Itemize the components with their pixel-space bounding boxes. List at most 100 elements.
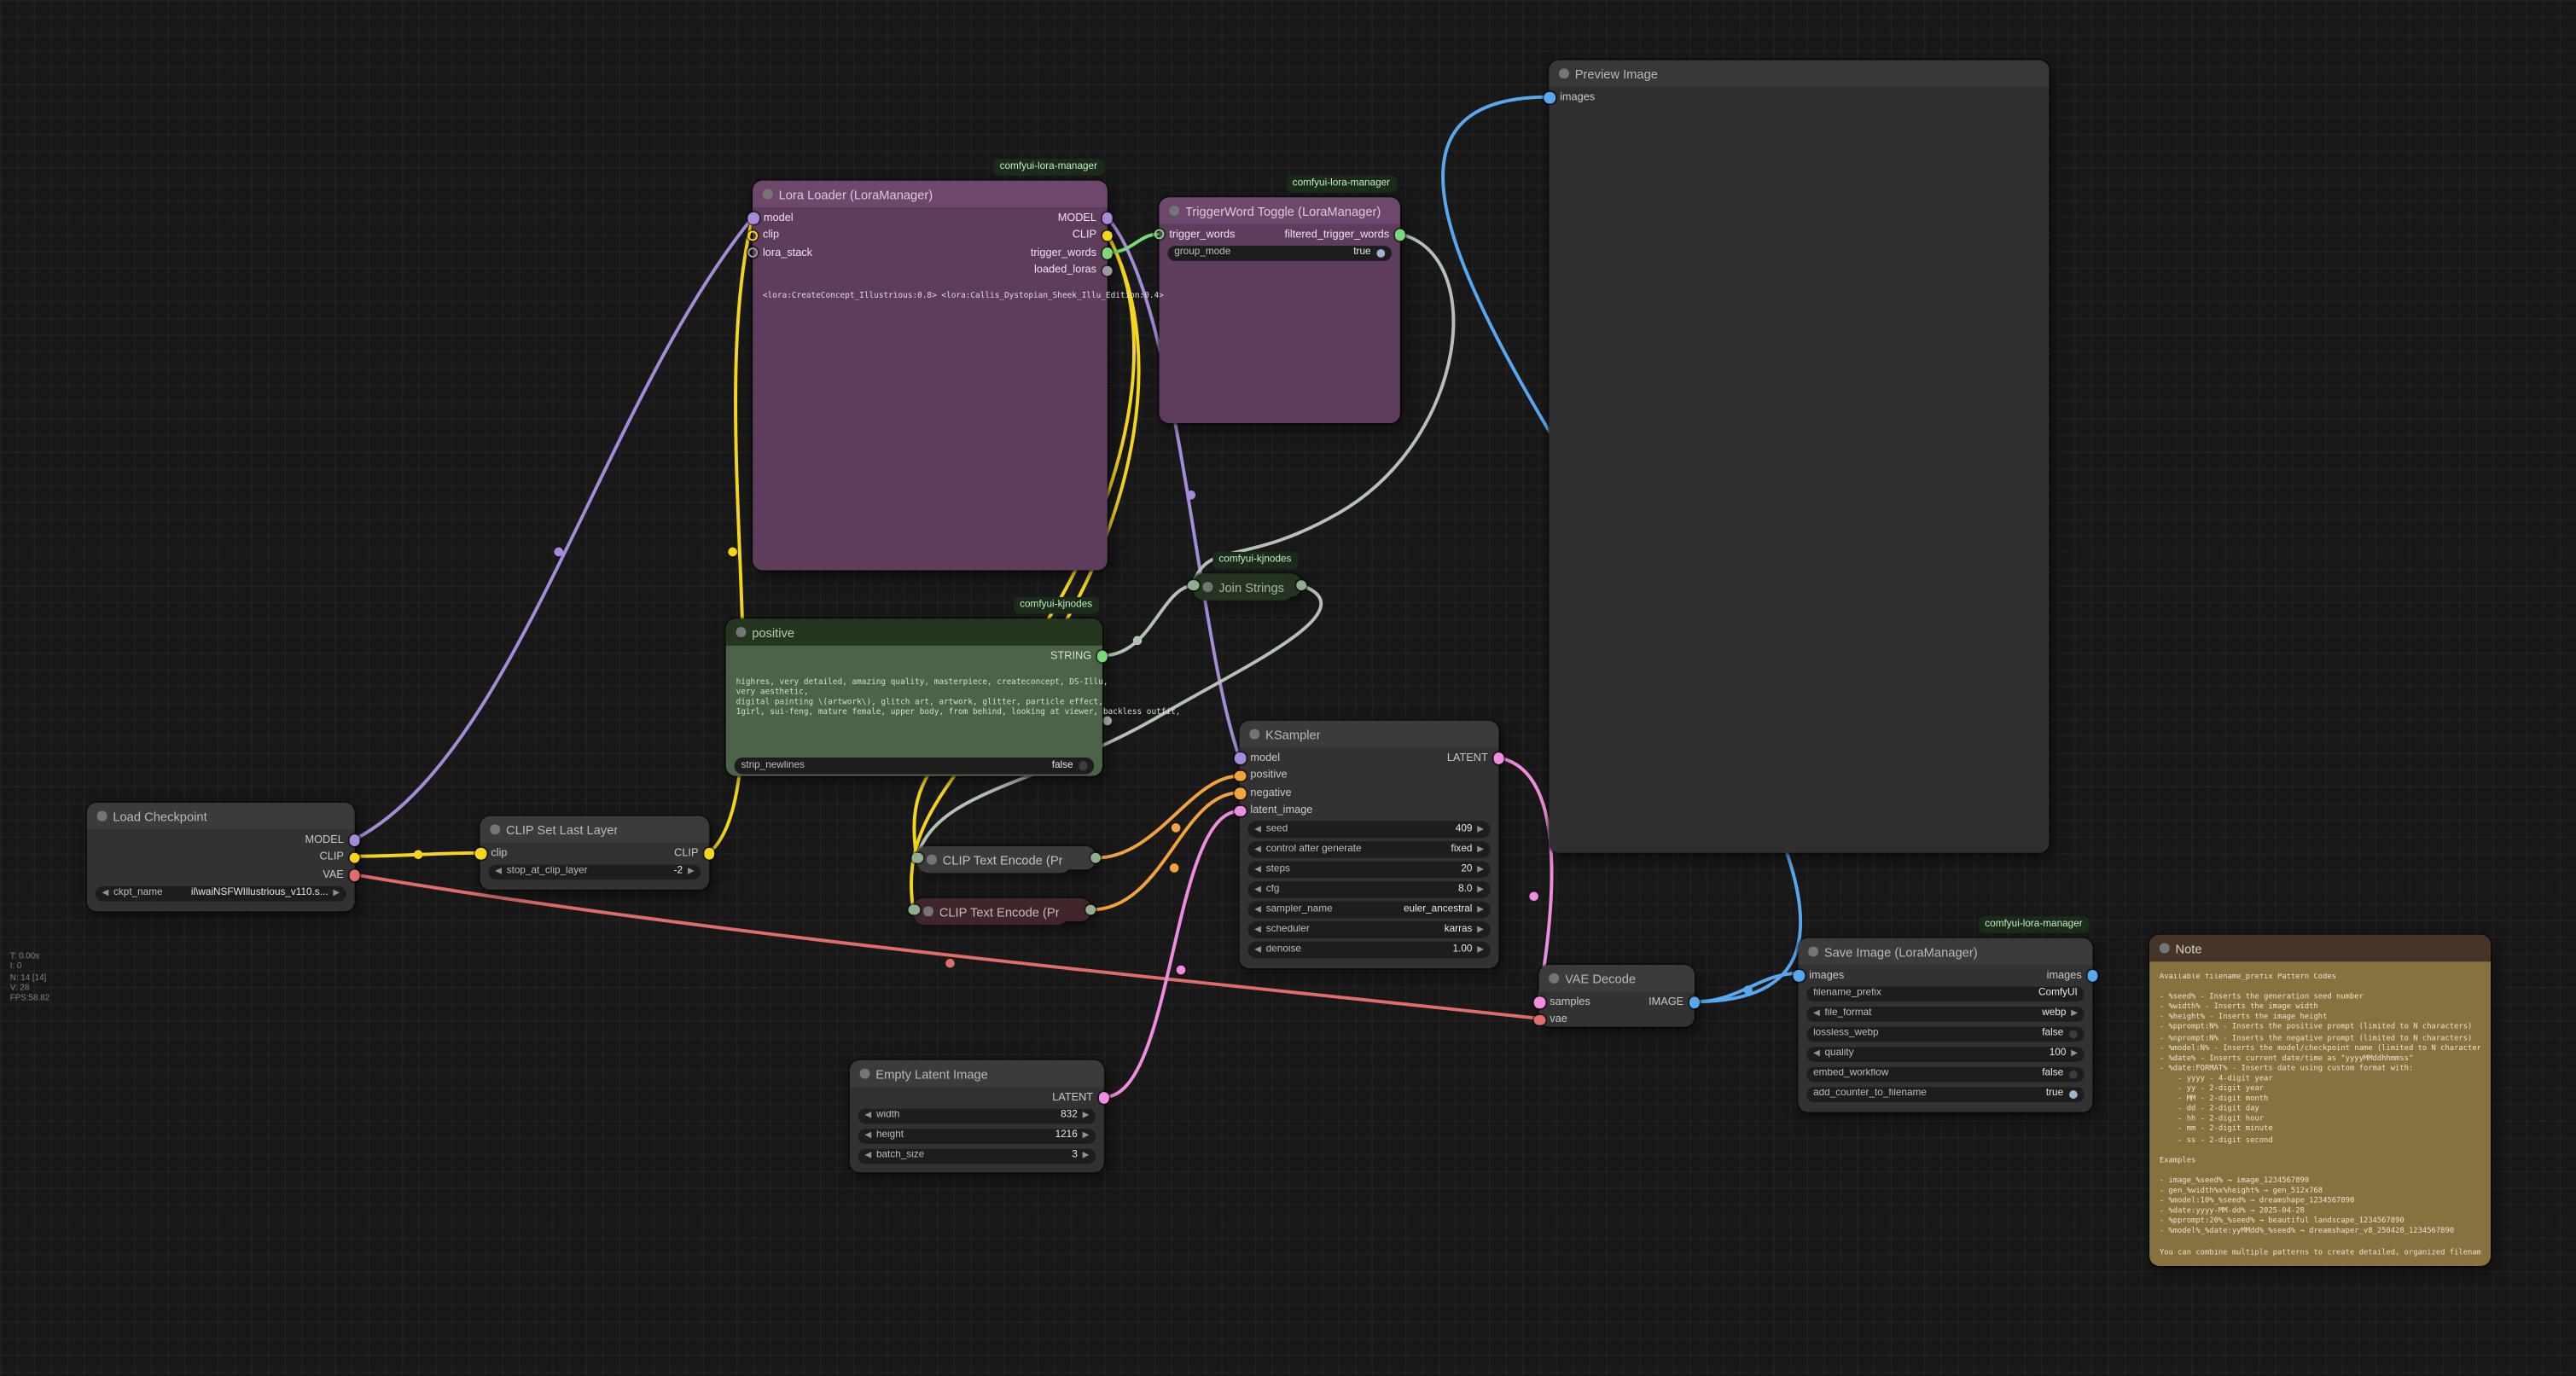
port-positive[interactable]: [1235, 770, 1246, 781]
collapsed-input-port[interactable]: [911, 852, 922, 863]
port-samples[interactable]: [1534, 996, 1545, 1007]
port-clip[interactable]: [747, 230, 758, 241]
port-STRING[interactable]: [1096, 651, 1108, 662]
combo-right-arrow-icon[interactable]: ▶: [2071, 1049, 2078, 1060]
port-images[interactable]: [1544, 92, 1555, 103]
node-header[interactable]: CLIP Text Encode (Pr: [913, 898, 1069, 925]
node-empty-latent-image[interactable]: Empty Latent ImageLATENT◀width832▶◀heigh…: [850, 1060, 1104, 1172]
widget-embed-workflow[interactable]: embed_workflowfalse: [1806, 1066, 2084, 1083]
widget-file-format[interactable]: ◀file_formatwebp▶: [1806, 1006, 2084, 1022]
node-ksampler[interactable]: KSamplermodelLATENTpositivenegativelaten…: [1240, 721, 1499, 968]
node-header[interactable]: VAE Decode: [1539, 965, 1695, 991]
node-note[interactable]: NoteAvailable filename_prefix Pattern Co…: [2149, 935, 2491, 1266]
node-header[interactable]: Join Strings: [1193, 573, 1294, 600]
combo-right-arrow-icon[interactable]: ▶: [1083, 1112, 1090, 1122]
widget-lossless-webp[interactable]: lossless_webpfalse: [1806, 1026, 2084, 1042]
combo-left-arrow-icon[interactable]: ◀: [1254, 885, 1261, 895]
collapse-dot[interactable]: [490, 825, 499, 834]
node-clip-set-last-layer[interactable]: CLIP Set Last LayerclipCLIP◀stop_at_clip…: [480, 816, 710, 890]
port-CLIP[interactable]: [1102, 230, 1113, 241]
combo-left-arrow-icon[interactable]: ◀: [865, 1112, 872, 1122]
toggle-on-icon[interactable]: [2068, 1089, 2078, 1099]
combo-right-arrow-icon[interactable]: ▶: [1477, 925, 1484, 935]
collapse-dot[interactable]: [1203, 583, 1212, 592]
combo-right-arrow-icon[interactable]: ▶: [1083, 1131, 1090, 1141]
port-model[interactable]: [1235, 752, 1246, 763]
toggle-on-icon[interactable]: [1375, 249, 1385, 258]
node-join-strings[interactable]: Join Strings: [1193, 573, 1301, 596]
port-images[interactable]: [2087, 970, 2098, 981]
combo-right-arrow-icon[interactable]: ▶: [1477, 944, 1484, 955]
node-header[interactable]: TriggerWord Toggle (LoraManager): [1160, 197, 1400, 224]
port-loaded_loras[interactable]: [1102, 265, 1113, 276]
combo-left-arrow-icon[interactable]: ◀: [1254, 824, 1261, 834]
combo-right-arrow-icon[interactable]: ▶: [1477, 864, 1484, 874]
widget-quality[interactable]: ◀quality100▶: [1806, 1046, 2084, 1062]
collapse-dot[interactable]: [927, 855, 936, 864]
node-header[interactable]: Load Checkpoint: [87, 803, 355, 829]
combo-right-arrow-icon[interactable]: ▶: [333, 889, 340, 899]
combo-left-arrow-icon[interactable]: ◀: [865, 1152, 872, 1162]
collapse-dot[interactable]: [1559, 69, 1568, 78]
collapsed-output-port[interactable]: [1084, 904, 1096, 915]
widget-height[interactable]: ◀height1216▶: [858, 1129, 1096, 1145]
toggle-off-icon[interactable]: [1078, 762, 1087, 771]
widget-seed[interactable]: ◀seed409▶: [1247, 822, 1490, 838]
toggle-off-icon[interactable]: [2068, 1070, 2078, 1079]
widget-denoise[interactable]: ◀denoise1.00▶: [1247, 942, 1490, 958]
widget-group-mode[interactable]: group_modetrue: [1167, 246, 1392, 262]
node-vae-decode[interactable]: VAE DecodesamplesIMAGEvae: [1539, 965, 1695, 1027]
node-load-checkpoint[interactable]: Load CheckpointMODELCLIPVAE◀ckpt_nameil\…: [87, 803, 355, 911]
combo-right-arrow-icon[interactable]: ▶: [1477, 904, 1484, 914]
port-trigger_words[interactable]: [1154, 229, 1165, 240]
combo-left-arrow-icon[interactable]: ◀: [1254, 925, 1261, 935]
node-header[interactable]: KSampler: [1240, 721, 1499, 747]
widget-cfg[interactable]: ◀cfg8.0▶: [1247, 881, 1490, 897]
node-lora-loader[interactable]: Lora Loader (LoraManager)modelMODELclipC…: [753, 181, 1108, 571]
collapse-dot[interactable]: [2160, 943, 2169, 953]
combo-left-arrow-icon[interactable]: ◀: [865, 1131, 872, 1141]
combo-right-arrow-icon[interactable]: ▶: [1477, 824, 1484, 834]
collapse-dot[interactable]: [860, 1069, 869, 1078]
combo-left-arrow-icon[interactable]: ◀: [1813, 1049, 1820, 1060]
combo-left-arrow-icon[interactable]: ◀: [1254, 845, 1261, 855]
widget-stop-at-clip-layer[interactable]: ◀stop_at_clip_layer-2▶: [488, 864, 701, 880]
combo-right-arrow-icon[interactable]: ▶: [2071, 1009, 2078, 1019]
port-LATENT[interactable]: [1493, 752, 1504, 763]
widget-batch-size[interactable]: ◀batch_size3▶: [858, 1148, 1096, 1164]
widget-add-counter-to-filename[interactable]: add_counter_to_filenametrue: [1806, 1086, 2084, 1102]
widget-strip-newlines[interactable]: strip_newlinesfalse: [735, 758, 1094, 774]
node-header[interactable]: Preview Image: [1549, 61, 2049, 87]
collapsed-input-port[interactable]: [1188, 580, 1199, 591]
port-negative[interactable]: [1235, 787, 1246, 798]
combo-right-arrow-icon[interactable]: ▶: [1083, 1152, 1090, 1162]
node-header[interactable]: Lora Loader (LoraManager): [753, 181, 1108, 207]
graph-canvas[interactable]: Preview ImageimagesTriggerWord Toggle (L…: [0, 0, 2576, 1376]
port-latent_image[interactable]: [1235, 805, 1246, 816]
node-header[interactable]: Note: [2149, 935, 2491, 961]
combo-left-arrow-icon[interactable]: ◀: [1254, 904, 1261, 914]
widget-steps[interactable]: ◀steps20▶: [1247, 862, 1490, 878]
combo-right-arrow-icon[interactable]: ▶: [688, 867, 695, 877]
port-CLIP[interactable]: [703, 848, 714, 859]
combo-right-arrow-icon[interactable]: ▶: [1477, 845, 1484, 855]
port-CLIP[interactable]: [349, 852, 360, 863]
collapse-dot[interactable]: [1549, 973, 1558, 983]
widget-ckpt-name[interactable]: ◀ckpt_nameil\waiNSFWIllustrious_v110.s..…: [96, 885, 346, 902]
node-save-image[interactable]: Save Image (LoraManager)imagesimagesfile…: [1798, 938, 2092, 1112]
combo-right-arrow-icon[interactable]: ▶: [1477, 885, 1484, 895]
port-LATENT[interactable]: [1098, 1092, 1109, 1103]
port-filtered_trigger_words[interactable]: [1394, 229, 1405, 241]
node-positive-prompt[interactable]: positiveSTRINGhighres, very detailed, am…: [726, 618, 1102, 775]
combo-left-arrow-icon[interactable]: ◀: [102, 889, 109, 899]
port-vae[interactable]: [1534, 1014, 1545, 1025]
collapse-dot[interactable]: [97, 811, 107, 821]
node-header[interactable]: Save Image (LoraManager): [1798, 938, 2092, 965]
port-trigger_words[interactable]: [1102, 247, 1113, 258]
collapsed-input-port[interactable]: [908, 904, 919, 915]
node-header[interactable]: CLIP Set Last Layer: [480, 816, 710, 843]
toggle-off-icon[interactable]: [2068, 1030, 2078, 1039]
widget-sampler-name[interactable]: ◀sampler_nameeuler_ancestral▶: [1247, 902, 1490, 918]
node-clip-text-encode-positive[interactable]: CLIP Text Encode (Pr: [916, 846, 1096, 869]
port-IMAGE[interactable]: [1689, 996, 1700, 1007]
